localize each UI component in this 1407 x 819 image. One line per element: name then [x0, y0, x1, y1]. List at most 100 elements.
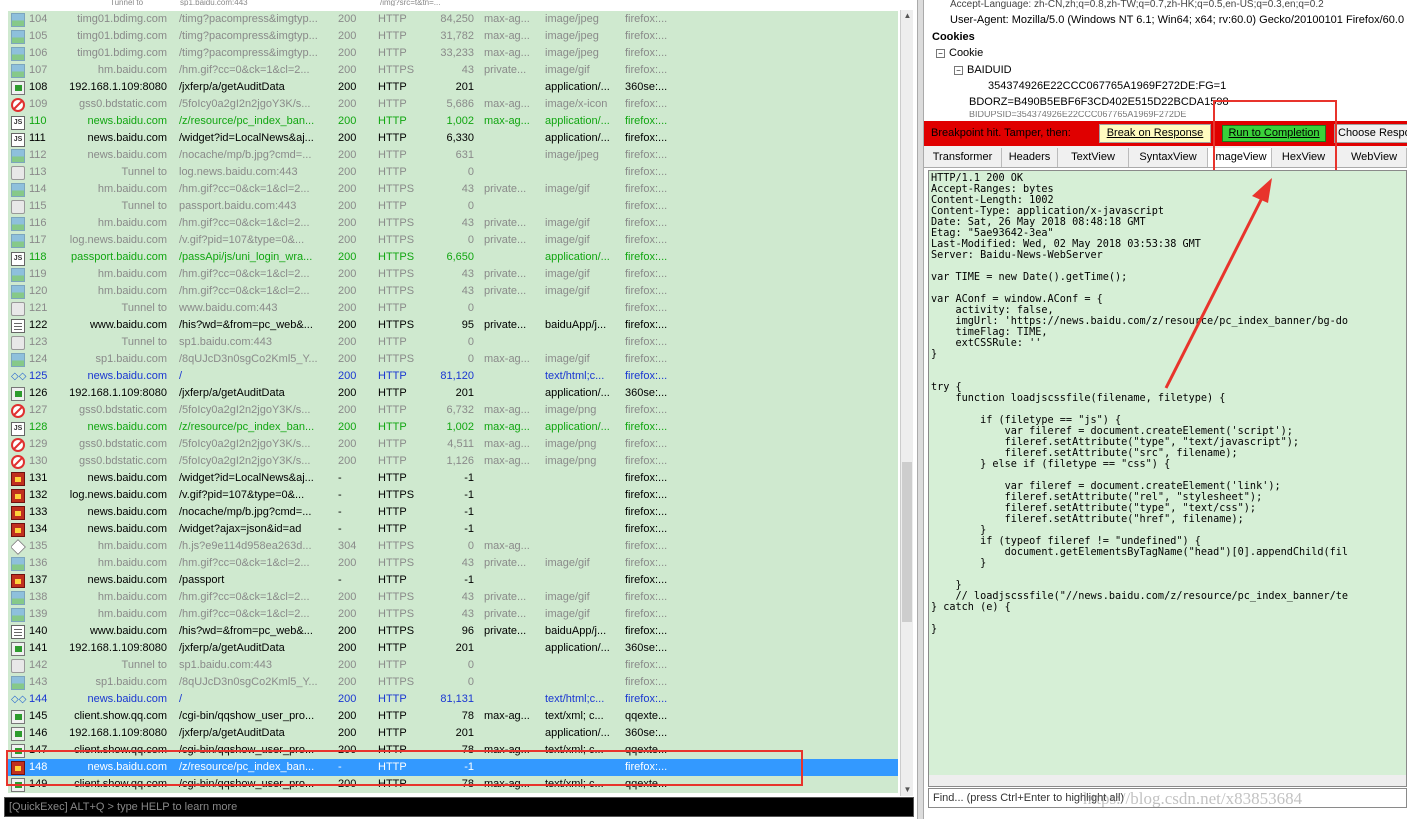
session-row[interactable]: 114 hm.baidu.com/hm.gif?cc=0&ck=1&cl=2...… — [8, 181, 898, 198]
post-icon — [11, 81, 25, 95]
collapse-icon[interactable]: − — [936, 48, 945, 58]
session-row[interactable]: 129 gss0.bdstatic.com/5foIcy0a2gI2n2jgoY3… — [8, 436, 898, 453]
session-row[interactable]: JS 110 news.baidu.com/z/resource/pc_index_… — [8, 113, 898, 130]
session-body-size: -1 — [464, 523, 474, 535]
session-icon-cell — [11, 79, 27, 96]
session-row[interactable]: 112 news.baidu.com/nocache/mp/b.jpg?cmd=.… — [8, 147, 898, 164]
session-row[interactable]: 116 hm.baidu.com/hm.gif?cc=0&ck=1&cl=2...… — [8, 215, 898, 232]
session-row[interactable]: 147 client.show.qq.com/cgi-bin/qqshow_use… — [8, 742, 898, 759]
response-text[interactable]: HTTP/1.1 200 OK Accept-Ranges: bytes Con… — [931, 173, 1348, 635]
session-body-size: -1 — [464, 472, 474, 484]
session-row[interactable]: 145 client.show.qq.com/cgi-bin/qqshow_use… — [8, 708, 898, 725]
session-row[interactable]: 148 news.baidu.com/z/resource/pc_index_ba… — [8, 759, 898, 776]
session-row[interactable]: 136 hm.baidu.com/hm.gif?cc=0&ck=1&cl=2...… — [8, 555, 898, 572]
session-row[interactable]: 137 news.baidu.com/passport - HTTP -1 firefox… — [8, 572, 898, 589]
session-row[interactable]: 140 www.baidu.com/his?wd=&from=pc_web&...… — [8, 623, 898, 640]
session-content-type: image/jpeg — [545, 13, 599, 25]
session-caching: max-ag... — [484, 540, 530, 552]
session-row[interactable]: 122 www.baidu.com/his?wd=&from=pc_web&...… — [8, 317, 898, 334]
response-raw-view[interactable]: HTTP/1.1 200 OK Accept-Ranges: bytes Con… — [928, 170, 1407, 787]
session-number: 138 — [29, 591, 48, 603]
tab-hexview[interactable]: HexView — [1272, 148, 1336, 167]
session-row[interactable]: 109 gss0.bdstatic.com/5foIcy0a2gI2n2jgoY3… — [8, 96, 898, 113]
session-row[interactable]: 130 gss0.bdstatic.com/5foIcy0a2gI2n2jgoY3… — [8, 453, 898, 470]
tab-transformer[interactable]: Transformer — [924, 148, 1002, 167]
session-icon-cell — [11, 708, 27, 725]
session-number: 116 — [29, 217, 47, 229]
session-icon-cell — [11, 504, 27, 521]
sessions-scrollbar[interactable]: ▲ ▼ — [900, 10, 913, 796]
response-h-scrollbar[interactable] — [929, 775, 1406, 786]
session-row[interactable]: 131 news.baidu.com/widget?id=LocalNews&aj… — [8, 470, 898, 487]
break-on-response-button[interactable]: Break on Response — [1099, 124, 1211, 143]
session-row[interactable]: 127 gss0.bdstatic.com/5foIcy0a2gI2n2jgoY3… — [8, 402, 898, 419]
session-content-type: application/... — [545, 115, 610, 127]
session-body-size: 31,782 — [440, 30, 474, 42]
session-row[interactable]: 134 news.baidu.com/widget?ajax=json&id=ad… — [8, 521, 898, 538]
session-body-size: -1 — [464, 761, 474, 773]
session-row[interactable]: JS 118 passport.baidu.com/passApi/js/uni_l… — [8, 249, 898, 266]
session-row[interactable]: 135 hm.baidu.com/h.js?e9e114d958ea263d...… — [8, 538, 898, 555]
session-row[interactable]: 115 Tunnel to passport.baidu.com:443 200 HTT… — [8, 198, 898, 215]
session-url: / — [179, 370, 183, 382]
session-url: /timg?pacompress&imgtyp... — [179, 47, 318, 59]
session-row[interactable]: 138 hm.baidu.com/hm.gif?cc=0&ck=1&cl=2...… — [8, 589, 898, 606]
image-icon — [11, 183, 25, 197]
session-caching — [484, 674, 536, 691]
session-row[interactable]: 117 log.news.baidu.com/v.gif?pid=107&type… — [8, 232, 898, 249]
session-row[interactable]: JS 111 news.baidu.com/widget?id=LocalNews&… — [8, 130, 898, 147]
session-row[interactable]: 146 192.168.1.109:8080/jxferp/a/getAuditD… — [8, 725, 898, 742]
session-row[interactable]: 121 Tunnel to www.baidu.com:443 200 HTTP 0 fir… — [8, 300, 898, 317]
session-caching: private... — [484, 268, 527, 280]
tab-headers[interactable]: Headers — [1002, 148, 1058, 167]
session-row[interactable]: 105 timg01.bdimg.com/timg?pacompress&imgt… — [8, 28, 898, 45]
session-result: 200 — [338, 98, 357, 110]
session-row[interactable]: 143 sp1.baidu.com/8qUJcD3n0sgCo2Kml5_Y...… — [8, 674, 898, 691]
choose-response-dropdown[interactable]: Choose Respo — [1334, 124, 1407, 143]
session-url: /jxferp/a/getAuditData — [179, 387, 285, 399]
session-row[interactable]: 106 timg01.bdimg.com/timg?pacompress&imgt… — [8, 45, 898, 62]
session-row[interactable]: 132 log.news.baidu.com/v.gif?pid=107&type… — [8, 487, 898, 504]
tree-node-label: BAIDUID — [967, 64, 1012, 76]
tab-webview[interactable]: WebView — [1342, 148, 1407, 167]
session-row[interactable]: 120 hm.baidu.com/hm.gif?cc=0&ck=1&cl=2...… — [8, 283, 898, 300]
session-row[interactable]: 149 client.show.qq.com/cgi-bin/qqshow_use… — [8, 776, 898, 793]
tree-node-baiduid[interactable]: − BAIDUID — [954, 64, 1012, 76]
tab-syntaxview[interactable]: SyntaxView — [1129, 148, 1208, 167]
session-row[interactable]: 119 hm.baidu.com/hm.gif?cc=0&ck=1&cl=2...… — [8, 266, 898, 283]
session-row[interactable]: 124 sp1.baidu.com/8qUJcD3n0sgCo2Kml5_Y...… — [8, 351, 898, 368]
session-content-type: text/html;c... — [545, 693, 605, 705]
breakpoint-label: Breakpoint hit. Tamper, then: — [931, 127, 1071, 139]
session-row[interactable]: 142 Tunnel to sp1.baidu.com:443 200 HTTP 0 fir… — [8, 657, 898, 674]
panel-splitter[interactable] — [917, 0, 924, 819]
session-row[interactable]: 139 hm.baidu.com/hm.gif?cc=0&ck=1&cl=2...… — [8, 606, 898, 623]
session-row[interactable]: 104 timg01.bdimg.com/timg?pacompress&imgt… — [8, 11, 898, 28]
session-host: hm.baidu.com — [97, 64, 167, 76]
tree-node-cookie[interactable]: − Cookie — [936, 47, 983, 59]
session-row[interactable]: 108 192.168.1.109:8080/jxferp/a/getAuditD… — [8, 79, 898, 96]
session-row[interactable]: ◇◇ 125 news.baidu.com / 200 HTTP 81,120 text/ht… — [8, 368, 898, 385]
quickexec-input[interactable]: [QuickExec] ALT+Q > type HELP to learn m… — [4, 797, 914, 817]
collapse-icon[interactable]: − — [954, 65, 963, 75]
session-row[interactable]: 107 hm.baidu.com/hm.gif?cc=0&ck=1&cl=2...… — [8, 62, 898, 79]
session-row[interactable]: 113 Tunnel to log.news.baidu.com:443 200 HTT… — [8, 164, 898, 181]
session-row[interactable]: JS 128 news.baidu.com/z/resource/pc_index_… — [8, 419, 898, 436]
session-number: 137 — [29, 574, 48, 586]
session-row[interactable]: ◇◇ 144 news.baidu.com / 200 HTTP 81,131 text/ht… — [8, 691, 898, 708]
session-content-type — [545, 198, 617, 215]
session-protocol: HTTP — [378, 659, 407, 671]
scrollbar-thumb[interactable] — [902, 462, 912, 622]
tab-imageview[interactable]: ImageView — [1208, 148, 1272, 167]
tab-textview[interactable]: TextView — [1058, 148, 1129, 167]
session-url: /5foIcy0a2gI2n2jgoY3K/s... — [179, 455, 311, 467]
session-result: 200 — [338, 13, 357, 25]
session-row[interactable]: 133 news.baidu.com/nocache/mp/b.jpg?cmd=.… — [8, 504, 898, 521]
run-to-completion-button[interactable]: Run to Completion — [1222, 125, 1326, 142]
session-row[interactable]: 141 192.168.1.109:8080/jxferp/a/getAuditD… — [8, 640, 898, 657]
scroll-down-icon[interactable]: ▼ — [901, 784, 914, 796]
scroll-up-icon[interactable]: ▲ — [901, 10, 914, 22]
session-row[interactable]: 126 192.168.1.109:8080/jxferp/a/getAuditD… — [8, 385, 898, 402]
html-icon: ◇◇ — [11, 371, 27, 382]
session-row[interactable]: 123 Tunnel to sp1.baidu.com:443 200 HTTP 0 fir… — [8, 334, 898, 351]
session-content-type — [545, 657, 617, 674]
